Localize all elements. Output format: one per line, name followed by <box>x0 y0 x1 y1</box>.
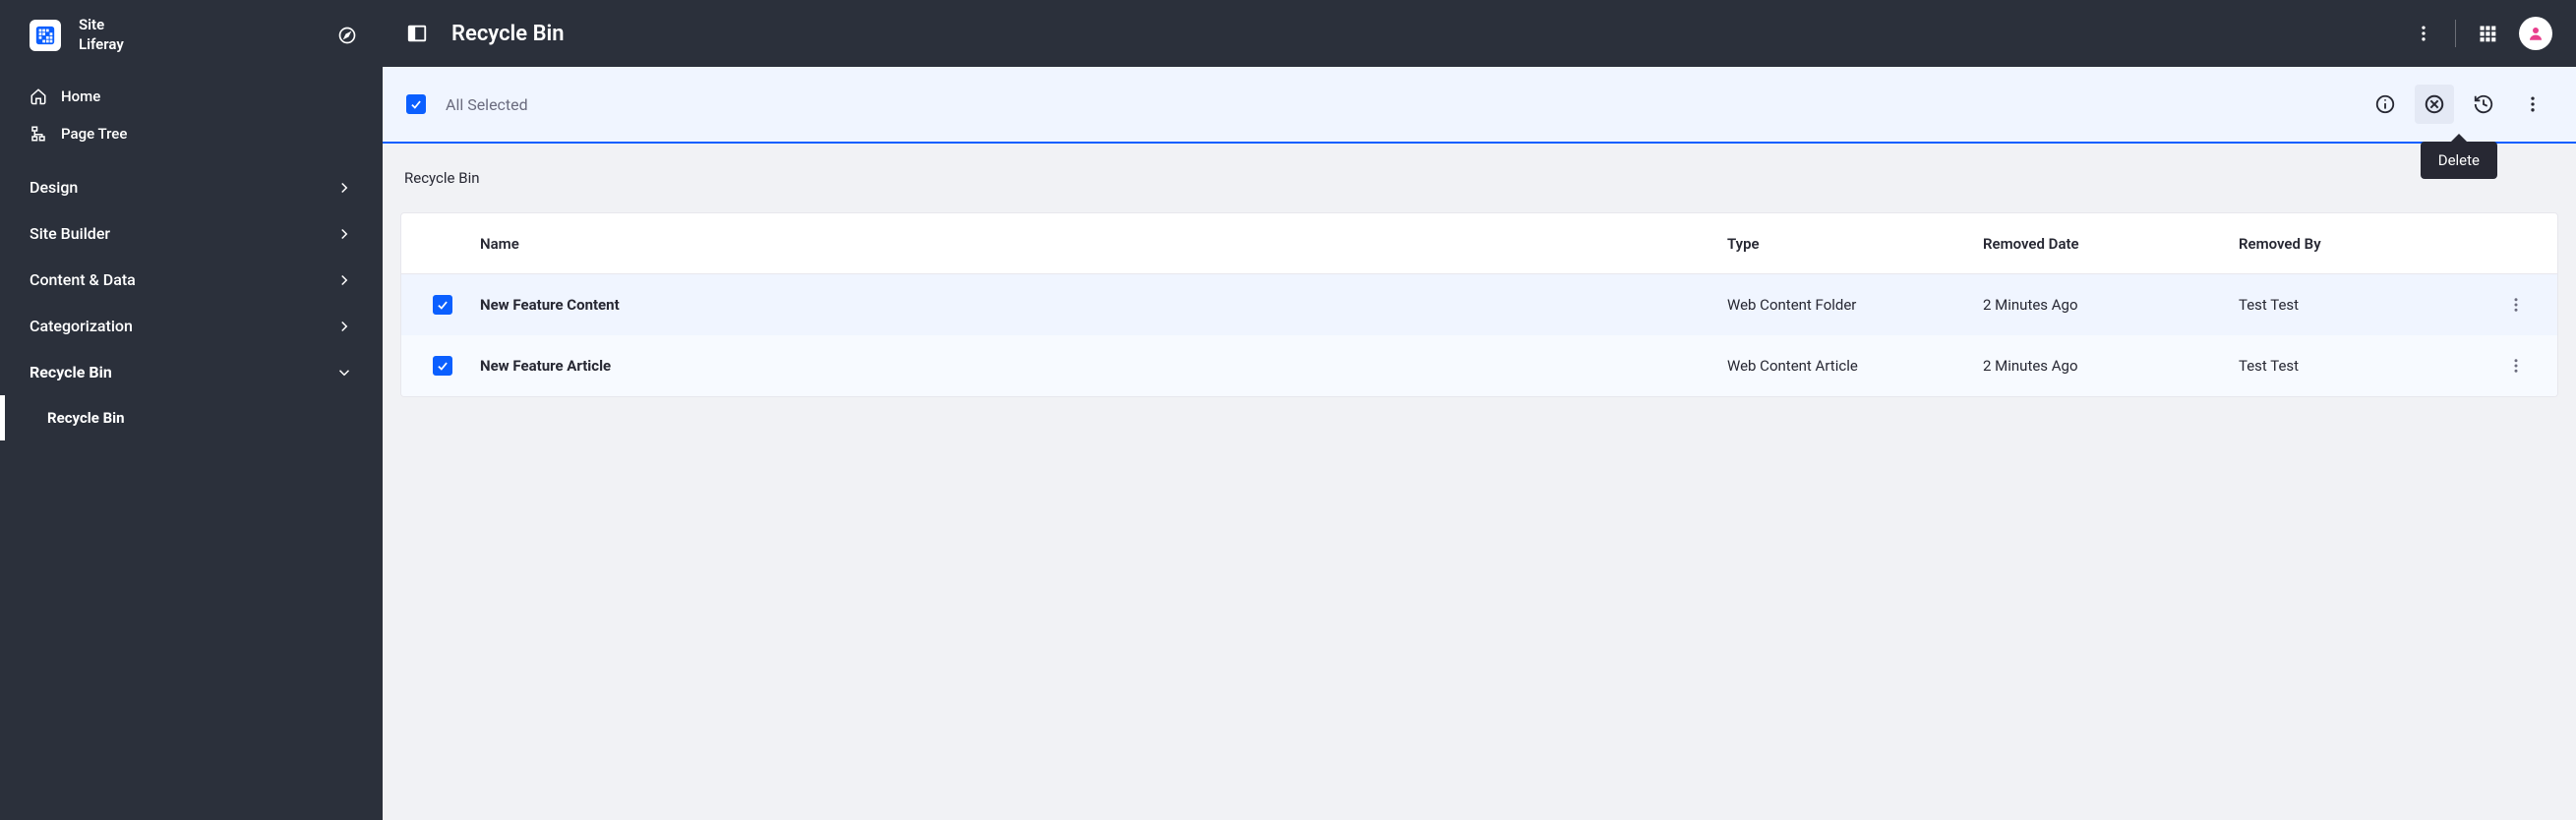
mgmt-kebab-button[interactable] <box>2513 85 2552 124</box>
user-icon <box>2527 25 2545 42</box>
management-bar: All Selected Dele <box>383 67 2576 144</box>
cell-removed-date: 2 Minutes Ago <box>1975 296 2231 314</box>
sidebar-cat-label: Categorization <box>30 317 335 335</box>
cell-type: Web Content Folder <box>1719 296 1975 314</box>
kebab-icon <box>2507 296 2525 314</box>
row-actions-button[interactable] <box>2486 296 2546 314</box>
cell-removed-by: Test Test <box>2231 357 2486 375</box>
selection-status-text: All Selected <box>446 95 2346 114</box>
sidebar: Site Liferay Home Page Tree Design <box>0 0 383 820</box>
chevron-right-icon <box>335 271 353 289</box>
check-icon <box>436 359 449 373</box>
table-header: Name Type Removed Date Removed By <box>401 213 2557 274</box>
liferay-logo-icon <box>34 25 56 46</box>
col-type[interactable]: Type <box>1719 235 1975 253</box>
table-row[interactable]: New Feature Content Web Content Folder 2… <box>401 274 2557 335</box>
info-button[interactable] <box>2366 85 2405 124</box>
cell-name[interactable]: New Feature Article <box>472 357 1719 375</box>
sidebar-cat-site-builder[interactable]: Site Builder <box>0 210 383 257</box>
kebab-icon <box>2507 357 2525 375</box>
info-icon <box>2374 93 2396 115</box>
sidebar-item-page-tree[interactable]: Page Tree <box>0 115 383 152</box>
sidebar-header: Site Liferay <box>0 0 383 70</box>
restore-button[interactable] <box>2464 85 2503 124</box>
grid-icon <box>2478 24 2497 43</box>
chevron-right-icon <box>335 318 353 335</box>
sidebar-cat-categorization[interactable]: Categorization <box>0 303 383 349</box>
row-checkbox[interactable] <box>433 356 452 376</box>
sidebar-subnav-recycle-bin: Recycle Bin <box>0 395 383 440</box>
topbar-kebab-button[interactable] <box>2404 14 2443 53</box>
panel-icon[interactable] <box>406 23 428 44</box>
check-icon <box>436 298 449 312</box>
table-row[interactable]: New Feature Article Web Content Article … <box>401 335 2557 396</box>
sidebar-item-label: Page Tree <box>61 125 127 143</box>
col-name[interactable]: Name <box>472 235 1719 253</box>
sidebar-subitem-recycle-bin[interactable]: Recycle Bin <box>0 395 383 440</box>
check-icon <box>409 97 423 111</box>
site-label: Site <box>79 16 314 35</box>
cell-type: Web Content Article <box>1719 357 1975 375</box>
delete-icon <box>2424 93 2445 115</box>
page-tree-icon <box>30 125 47 143</box>
apps-grid-button[interactable] <box>2468 14 2507 53</box>
kebab-icon <box>2414 24 2433 43</box>
sidebar-subitem-label: Recycle Bin <box>47 409 125 427</box>
cell-removed-by: Test Test <box>2231 296 2486 314</box>
compass-button[interactable] <box>331 20 363 51</box>
recycle-bin-table: Name Type Removed Date Removed By New Fe… <box>400 212 2558 397</box>
main: Recycle Bin <box>383 0 2576 820</box>
sidebar-item-label: Home <box>61 88 100 105</box>
sidebar-cat-label: Content & Data <box>30 270 335 289</box>
topbar-actions <box>2404 14 2552 53</box>
user-avatar[interactable] <box>2519 17 2552 50</box>
site-name: Liferay <box>79 35 314 55</box>
separator <box>2455 20 2456 47</box>
chevron-right-icon <box>335 225 353 243</box>
page-title: Recycle Bin <box>451 22 2404 46</box>
content-area: Recycle Bin Name Type Removed Date Remov… <box>383 144 2576 820</box>
cell-removed-date: 2 Minutes Ago <box>1975 357 2231 375</box>
compass-icon <box>337 26 357 45</box>
delete-button[interactable] <box>2415 85 2454 124</box>
row-checkbox[interactable] <box>433 295 452 315</box>
sidebar-cat-label: Recycle Bin <box>30 363 335 381</box>
sidebar-item-home[interactable]: Home <box>0 78 383 115</box>
col-removed-date[interactable]: Removed Date <box>1975 235 2231 253</box>
breadcrumb[interactable]: Recycle Bin <box>400 169 2558 187</box>
sidebar-cat-design[interactable]: Design <box>0 164 383 210</box>
site-logo[interactable] <box>30 20 61 51</box>
chevron-down-icon <box>335 364 353 381</box>
sidebar-cat-content-data[interactable]: Content & Data <box>0 257 383 303</box>
select-all-checkbox[interactable] <box>406 94 426 114</box>
site-title-group: Site Liferay <box>79 16 314 54</box>
topbar: Recycle Bin <box>383 0 2576 67</box>
col-removed-by[interactable]: Removed By <box>2231 235 2486 253</box>
cell-name[interactable]: New Feature Content <box>472 296 1719 314</box>
chevron-right-icon <box>335 179 353 197</box>
sidebar-cat-label: Site Builder <box>30 224 335 243</box>
delete-tooltip: Delete <box>2421 142 2497 179</box>
history-icon <box>2473 93 2494 115</box>
home-icon <box>30 88 47 105</box>
kebab-icon <box>2523 94 2543 114</box>
management-actions: Delete <box>2366 85 2552 124</box>
sidebar-cat-recycle-bin[interactable]: Recycle Bin <box>0 349 383 395</box>
row-actions-button[interactable] <box>2486 357 2546 375</box>
sidebar-nav: Home Page Tree Design Site Builder Conte… <box>0 70 383 440</box>
sidebar-cat-label: Design <box>30 178 335 197</box>
